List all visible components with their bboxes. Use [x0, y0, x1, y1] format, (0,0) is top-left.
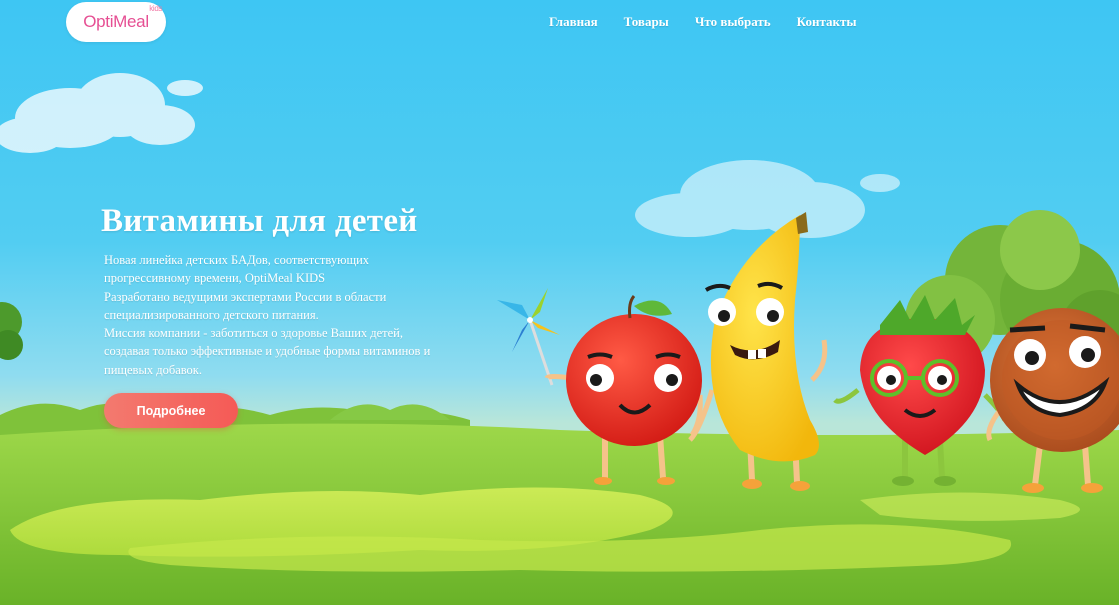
- pinwheel-illustration: [497, 288, 560, 386]
- bush-left: [0, 302, 23, 360]
- logo-name: OptiMeal: [83, 12, 149, 31]
- main-nav: Главная Товары Что выбрать Контакты: [549, 14, 857, 30]
- hero-title: Витамины для детей: [101, 203, 418, 239]
- hero-line: прогрессивному времени, OptiMeal KIDS: [104, 271, 326, 286]
- cloud-right: [635, 160, 900, 238]
- nav-item-home[interactable]: Главная: [549, 14, 598, 30]
- hero-description: Новая линейка детских БАДов, соответству…: [104, 251, 484, 379]
- hero-line: Разработано ведущими экспертами России в…: [104, 289, 387, 304]
- logo-wordmark: OptiMeal kids: [83, 4, 162, 32]
- nav-item-what-to-choose[interactable]: Что выбрать: [695, 14, 771, 30]
- hero-line: пищевых добавок.: [104, 362, 203, 377]
- nav-item-contacts[interactable]: Контакты: [797, 14, 857, 30]
- nav-item-products[interactable]: Товары: [624, 14, 669, 30]
- hero-line: специализированного детского питания.: [104, 307, 319, 322]
- logo[interactable]: OptiMeal kids: [66, 2, 166, 42]
- cloud-left: [0, 73, 203, 153]
- hero-line: Новая линейка детских БАДов, соответству…: [104, 253, 370, 267]
- hero-line: Миссия компании - заботиться о здоровье …: [104, 326, 403, 341]
- hero-line: создавая только эффективные и удобные фо…: [104, 344, 431, 359]
- logo-kids-tag: kids: [149, 4, 163, 13]
- more-button[interactable]: Подробнее: [104, 393, 238, 428]
